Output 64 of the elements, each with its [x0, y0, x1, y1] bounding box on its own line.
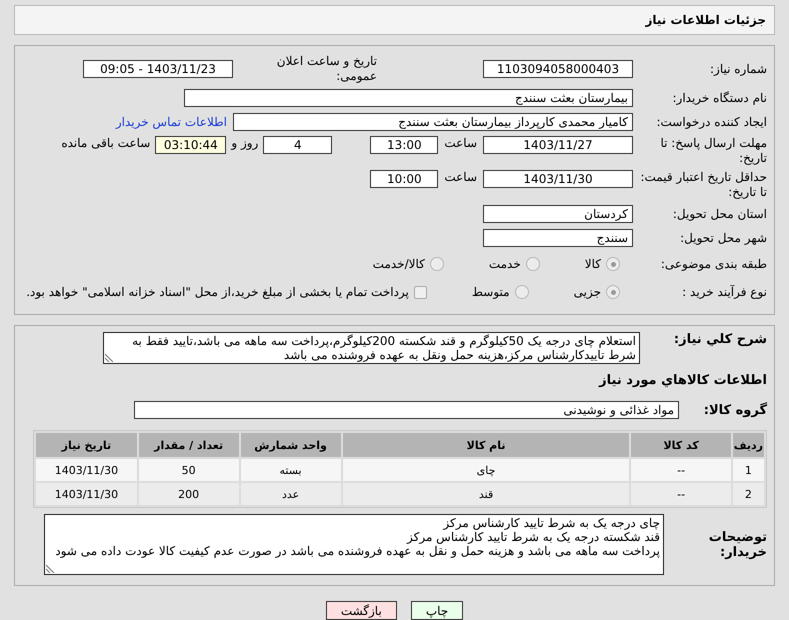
print-button[interactable]: چاپ [410, 601, 464, 620]
days-field[interactable]: 4 [263, 136, 332, 154]
date-field[interactable]: 1403/11/27 [483, 136, 633, 154]
time-field[interactable]: 13:00 [370, 136, 438, 154]
option-label: جزیی [574, 285, 601, 299]
buyer-org-field[interactable]: بیمارستان بعثت سنندج [184, 89, 633, 107]
field-label: شهر محل تحویل: [679, 230, 768, 246]
goods-group-field[interactable]: مواد غذائی و نوشیدنی [134, 401, 679, 419]
buyer-notes-textarea[interactable]: چای درجه یک به شرط تایید کارشناس مرکز قند شکسته درجه یک به شرط تایید کارشناس مرکز پرداخت سه ماهه می باشد و هزینه حمل و نقل به عهده فروشنده می باشد در صورت عدم کیفیت کالا عودت داده می شود [44, 514, 664, 575]
table-cell: چای [342, 459, 630, 481]
remaining-time-field[interactable]: 03:10:44 [155, 136, 226, 154]
column-header: تعداد / مقدار [138, 433, 239, 457]
option-label: کالا/خدمت [372, 257, 425, 271]
column-header: ردیف [732, 433, 764, 457]
field-label: شماره نیاز: [709, 62, 768, 76]
column-header: تاریخ نیاز [36, 433, 137, 457]
table-cell: -- [631, 483, 731, 505]
column-header: کد کالا [631, 433, 731, 457]
column-header: واحد شمارش [240, 433, 341, 457]
city-field[interactable]: سنندج [483, 229, 633, 247]
requester-field[interactable]: کامیار محمدی کارپرداز بیمارستان بعثت سنندج [233, 113, 633, 131]
resize-grip-icon [46, 564, 55, 573]
table-cell: بسته [240, 459, 341, 481]
field-label: شرح کلي نياز: [672, 332, 768, 347]
option-label: متوسط [472, 285, 510, 299]
table-cell: 1403/11/30 [36, 459, 137, 481]
table-cell: -- [631, 459, 731, 481]
contact-link[interactable]: اطلاعات تماس خریدار [116, 115, 227, 129]
back-button[interactable]: بازگشت [326, 601, 397, 620]
remaining-label: ساعت باقی مانده [61, 136, 150, 150]
field-label: گروه کالا: [702, 402, 768, 418]
time-label: ساعت [444, 170, 477, 184]
table-cell: عدد [240, 483, 341, 505]
resize-grip-icon [105, 353, 114, 362]
description-textarea[interactable]: استعلام چای درجه یک 50کیلوگرم و قند شکسته 200کیلوگرم،پرداخت سه ماهه می باشد،تایید فقط به شرط تاییدکارشناس مرکز،هزینه حمل ونقل به عهده فروشنده می باشد [103, 332, 640, 364]
announce-date-field[interactable]: 1403/11/23 - 09:05 [83, 60, 233, 78]
time-field[interactable]: 10:00 [370, 170, 438, 188]
table-cell: 1403/11/30 [36, 483, 137, 505]
option-label: خدمت [488, 257, 521, 271]
date-field[interactable]: 1403/11/30 [483, 170, 633, 188]
table-cell: 200 [138, 483, 239, 505]
table-cell: قند [342, 483, 630, 505]
option-label: کالا [584, 257, 601, 271]
need-number-field[interactable]: 1103094058000403 [483, 60, 633, 78]
field-label: توضیحات خریدار: [708, 530, 768, 560]
field-label: تاریخ و ساعت اعلان عمومی: [276, 54, 378, 84]
time-label: ساعت [444, 136, 477, 150]
table-cell: 2 [732, 483, 764, 505]
field-label: استان محل تحویل: [672, 206, 768, 222]
field-label: نام دستگاه خریدار: [672, 90, 768, 106]
checkbox-label: پرداخت تمام یا بخشی از مبلغ خرید،از محل "اسناد خزانه اسلامی" خواهد بود. [26, 285, 409, 299]
field-label: حداقل تاریخ اعتبار قیمت: تا تاریخ: [639, 170, 768, 200]
table-cell: 1 [732, 459, 764, 481]
field-label: ایجاد کننده درخواست: [655, 114, 768, 130]
column-header: نام کالا [342, 433, 630, 457]
checkbox[interactable] [414, 286, 427, 298]
page-title: جزئیات اطلاعات نیاز [645, 13, 766, 27]
days-label: روز و [231, 136, 258, 150]
province-field[interactable]: کردستان [483, 205, 633, 223]
field-label: مهلت ارسال پاسخ: تا تاریخ: [659, 136, 768, 166]
field-label: نوع فرآیند خرید : [681, 284, 768, 300]
section-title: اطلاعات کالاهاي مورد نياز [598, 372, 768, 388]
field-label: طبقه بندی موضوعی: [660, 256, 768, 272]
table-cell: 50 [138, 459, 239, 481]
